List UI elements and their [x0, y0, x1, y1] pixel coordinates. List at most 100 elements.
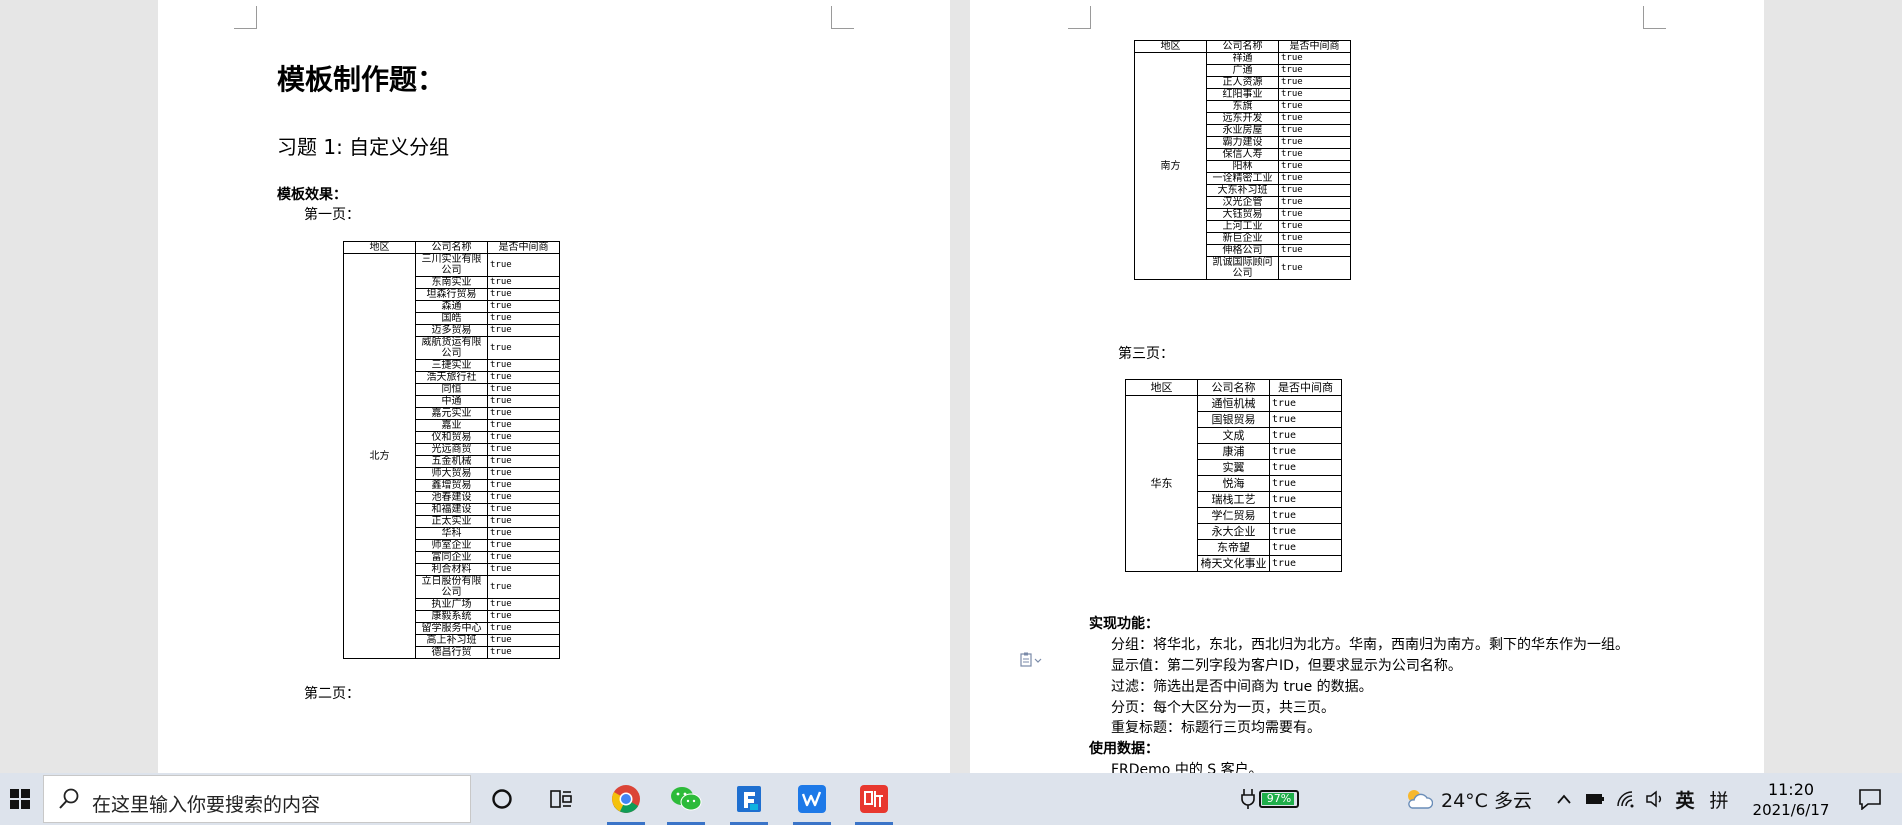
exercise-heading: 习题 1: 自定义分组: [277, 135, 450, 159]
company-name-cell: 伸格公司: [1206, 244, 1279, 257]
intermediary-cell: true: [1278, 244, 1351, 257]
speaker-icon: [1646, 790, 1662, 808]
ime-mode-text: 拼: [1709, 789, 1729, 812]
company-name-cell: 大东补习班: [1206, 184, 1279, 197]
company-name-cell: 鑫增贸易: [415, 479, 488, 492]
company-name-cell: 三川实业有限公司: [415, 253, 488, 277]
tray-device-button[interactable]: [1583, 773, 1607, 825]
intermediary-cell: true: [487, 395, 560, 408]
company-name-cell: 五金机械: [415, 455, 488, 468]
company-name-cell: 实翼: [1197, 459, 1270, 476]
company-name-cell: 汉光企管: [1206, 196, 1279, 209]
usage-text: FRDemo 中的 S 客户。: [1111, 759, 1263, 773]
windows-logo-icon: [10, 789, 30, 809]
intermediary-cell: true: [1278, 100, 1351, 113]
header-intermediary: 是否中间商: [487, 241, 560, 254]
company-name-cell: 一诠精密工业: [1206, 172, 1279, 185]
margin-corner-mark: [831, 6, 854, 29]
ime-language-button[interactable]: 英: [1672, 773, 1698, 825]
start-button[interactable]: [0, 773, 40, 825]
table-row: 华东 通恒机械 true: [1125, 395, 1342, 572]
intermediary-cell: true: [487, 646, 560, 659]
taskbar-app-wechat[interactable]: [661, 773, 711, 825]
intermediary-cell: true: [487, 312, 560, 325]
taskbar-app-listen[interactable]: [849, 773, 899, 825]
intermediary-cell: true: [1269, 427, 1342, 444]
company-name-cell: 德昌行贸: [415, 646, 488, 659]
task-view-button[interactable]: [541, 773, 581, 825]
network-button[interactable]: [1614, 773, 1638, 825]
intermediary-cell: true: [487, 336, 560, 360]
taskbar-search-box[interactable]: 在这里输入你要搜索的内容: [43, 775, 471, 823]
page2-label: 第二页：: [304, 686, 360, 702]
paste-options-icon[interactable]: [1020, 652, 1042, 670]
intermediary-cell: true: [487, 253, 560, 277]
battery-indicator[interactable]: 97%: [1238, 773, 1302, 825]
company-name-cell: 永业房屋: [1206, 124, 1279, 137]
power-plug-icon: [1241, 789, 1255, 809]
company-name-cell: 学仁贸易: [1197, 507, 1270, 524]
intermediary-cell: true: [1278, 220, 1351, 233]
company-name-cell: 华科: [415, 527, 488, 540]
intermediary-cell: true: [487, 383, 560, 396]
feature-filter: 过滤：筛选出是否中间商为 true 的数据。: [1111, 679, 1373, 695]
features-label: 实现功能：: [1089, 616, 1159, 632]
intermediary-cell: true: [487, 503, 560, 516]
show-hidden-icons-button[interactable]: [1553, 773, 1575, 825]
effect-label: 模板效果：: [277, 187, 347, 203]
company-name-cell: 森通: [415, 300, 488, 313]
header-intermediary: 是否中间商: [1269, 379, 1342, 396]
cortana-button[interactable]: [482, 773, 522, 825]
clock[interactable]: 11:20 2021/6/17: [1743, 773, 1839, 825]
company-name-cell: 悦海: [1197, 475, 1270, 492]
company-name-cell: 新巨企业: [1206, 232, 1279, 245]
report-table-page2: 地区 公司名称 是否中间商 南方 祥通 true 广通 true 正人资源 true 红阳事业…: [1134, 40, 1351, 280]
intermediary-cell: true: [1269, 459, 1342, 476]
ime-mode-button[interactable]: 拼: [1706, 773, 1732, 825]
finereport-icon: [737, 786, 761, 812]
cortana-circle-icon: [492, 789, 512, 809]
intermediary-cell: true: [1269, 539, 1342, 556]
intermediary-cell: true: [487, 563, 560, 576]
intermediary-cell: true: [487, 622, 560, 635]
header-intermediary: 是否中间商: [1278, 40, 1351, 53]
intermediary-cell: true: [487, 610, 560, 623]
intermediary-cell: true: [487, 407, 560, 420]
usage-dataset-name: FRDemo: [1111, 762, 1171, 773]
company-name-cell: 留学服务中心: [415, 622, 488, 635]
intermediary-cell: true: [1278, 112, 1351, 125]
company-name-cell: 威航货运有限公司: [415, 336, 488, 360]
intermediary-cell: true: [1278, 64, 1351, 77]
action-center-button[interactable]: [1845, 773, 1895, 825]
intermediary-cell: true: [1278, 136, 1351, 149]
intermediary-cell: true: [487, 527, 560, 540]
taskbar-app-whiteboard[interactable]: [787, 773, 837, 825]
volume-button[interactable]: [1643, 773, 1667, 825]
search-icon: [58, 788, 80, 816]
margin-corner-mark: [1068, 6, 1091, 29]
company-name-cell: 康毅系统: [415, 610, 488, 623]
taskbar-app-chrome[interactable]: [601, 773, 651, 825]
company-name-cell: 光远商贸: [415, 443, 488, 456]
company-name-cell: 东南实业: [415, 276, 488, 289]
company-name-cell: 红阳事业: [1206, 88, 1279, 101]
company-name-cell: 和福建设: [415, 503, 488, 516]
weather-widget[interactable]: 24°C 多云: [1405, 773, 1545, 825]
intermediary-cell: true: [1269, 491, 1342, 508]
feature-grouping: 分组：将华北，东北，西北归为北方。华南，西南归为南方。剩下的华东作为一组。: [1111, 637, 1629, 653]
company-name-cell: 国银贸易: [1197, 411, 1270, 428]
header-company: 公司名称: [1206, 40, 1279, 53]
region-cell: 南方: [1134, 52, 1207, 280]
clock-time: 11:20: [1767, 779, 1815, 799]
company-name-cell: 祥通: [1206, 52, 1279, 65]
document-page-right[interactable]: 地区 公司名称 是否中间商 南方 祥通 true 广通 true 正人资源 true 红阳事业…: [970, 0, 1764, 773]
company-name-cell: 阳林: [1206, 160, 1279, 173]
intermediary-cell: true: [1269, 475, 1342, 492]
wifi-icon: [1617, 791, 1634, 808]
header-region: 地区: [1134, 40, 1207, 53]
battery-icon: 97%: [1259, 790, 1299, 808]
taskbar-app-finereport[interactable]: [724, 773, 774, 825]
company-name-cell: 中通: [415, 395, 488, 408]
header-region: 地区: [343, 241, 416, 254]
report-table-page1: 地区 公司名称 是否中间商 北方 三川实业有限公司 true 东南实业 true 坦森行贸…: [343, 241, 560, 659]
